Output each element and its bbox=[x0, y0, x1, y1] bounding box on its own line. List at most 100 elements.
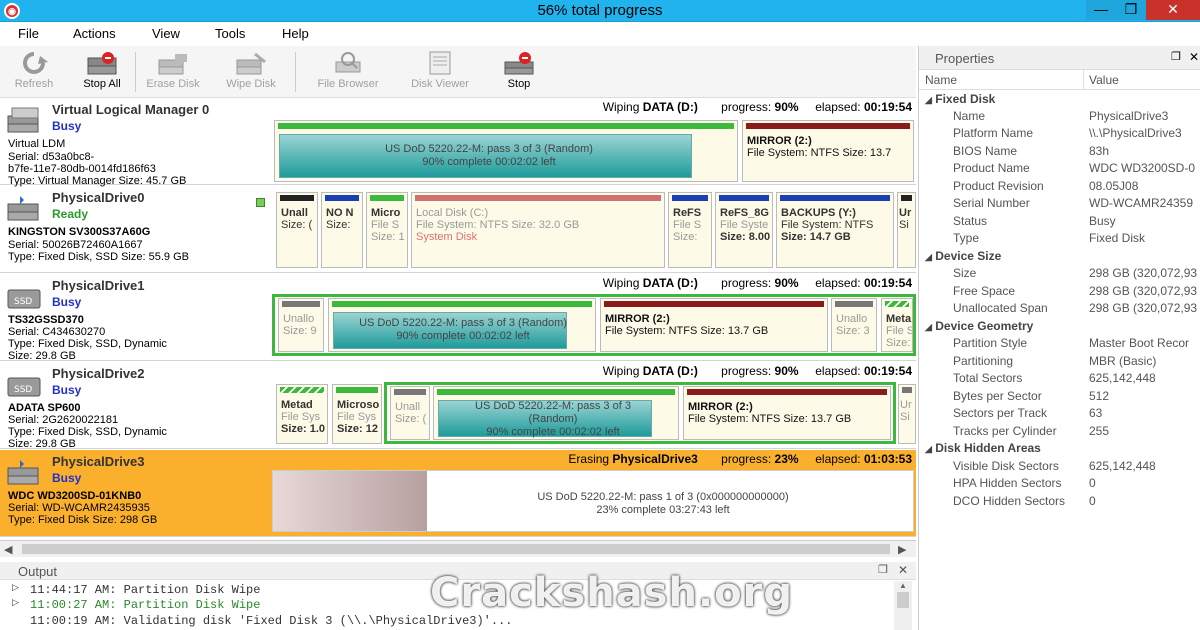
scroll-right-icon[interactable]: ▶ bbox=[898, 543, 906, 556]
property-row[interactable]: Unallocated Span 298 GB (320,072,93 bbox=[919, 301, 1200, 318]
collapse-icon[interactable]: ◢ bbox=[925, 252, 932, 262]
drive-row[interactable]: SSD PhysicalDrive1 Busy TS32GSSD370 Seri… bbox=[0, 274, 916, 362]
partition[interactable]: Micro File S Size: 1 bbox=[366, 192, 408, 268]
partition[interactable]: Unallo Size: 3 bbox=[831, 298, 877, 352]
property-row[interactable]: Partition Style Master Boot Recor bbox=[919, 336, 1200, 353]
group-disk-hidden-areas[interactable]: ◢ Disk Hidden Areas bbox=[925, 441, 1041, 455]
partition-bar bbox=[280, 387, 324, 393]
group-fixed-disk[interactable]: ◢ Fixed Disk bbox=[925, 92, 995, 106]
drive-status: Ready bbox=[52, 207, 89, 221]
partition[interactable]: Meta File S Size: bbox=[881, 298, 913, 352]
progress-value: 90% bbox=[774, 276, 799, 290]
collapse-icon[interactable]: ◢ bbox=[925, 95, 932, 105]
scroll-up-icon[interactable]: ▲ bbox=[894, 581, 912, 590]
property-row[interactable]: Name PhysicalDrive3 bbox=[919, 109, 1200, 126]
partition[interactable]: Ur Si bbox=[898, 384, 916, 444]
close-pane-icon[interactable]: ✕ bbox=[898, 563, 908, 577]
collapse-icon[interactable]: ◢ bbox=[925, 444, 932, 454]
property-row[interactable]: DCO Hidden Sectors 0 bbox=[919, 494, 1200, 511]
scroll-thumb[interactable] bbox=[22, 544, 890, 554]
stop-all-button[interactable]: Stop All bbox=[72, 50, 132, 96]
output-vertical-scrollbar[interactable]: ▲ bbox=[894, 581, 912, 630]
drive-row[interactable]: SSD PhysicalDrive2 Busy ADATA SP600 Seri… bbox=[0, 362, 916, 450]
partition[interactable]: Ur Si bbox=[897, 192, 916, 268]
drive-row[interactable]: Virtual Logical Manager 0 Busy Virtual L… bbox=[0, 98, 916, 187]
property-row[interactable]: Total Sectors 625,142,448 bbox=[919, 371, 1200, 388]
group-device-geometry[interactable]: ◢ Device Geometry bbox=[925, 319, 1033, 333]
dock-icon[interactable]: ❐ bbox=[878, 563, 888, 576]
partition-mirror[interactable]: MIRROR (2:) File System: NTFS Size: 13.7 bbox=[742, 120, 914, 182]
menu-help[interactable]: Help bbox=[282, 26, 309, 41]
property-key: BIOS Name bbox=[953, 144, 1018, 158]
wipe-disk-button[interactable]: Wipe Disk bbox=[218, 50, 284, 96]
partition-wipe[interactable]: US DoD 5220.22-M: pass 3 of 3 (Random) 9… bbox=[328, 298, 596, 352]
property-row[interactable]: Platform Name \\.\PhysicalDrive3 bbox=[919, 126, 1200, 143]
scroll-thumb[interactable] bbox=[897, 592, 909, 608]
group-device-size[interactable]: ◢ Device Size bbox=[925, 249, 1001, 263]
refresh-button[interactable]: Refresh bbox=[4, 50, 64, 96]
file-browser-button[interactable]: File Browser bbox=[308, 50, 388, 96]
property-row[interactable]: Sectors per Track 63 bbox=[919, 406, 1200, 423]
property-row[interactable]: BIOS Name 83h bbox=[919, 144, 1200, 161]
horizontal-scrollbar[interactable]: ◀ ▶ bbox=[0, 540, 916, 557]
partition[interactable]: Unallo Size: 9 bbox=[278, 298, 324, 352]
property-row[interactable]: Product Name WDC WD3200SD-0 bbox=[919, 161, 1200, 178]
property-row[interactable]: Partitioning MBR (Basic) bbox=[919, 354, 1200, 371]
partition[interactable]: Microso File Sys Size: 12 bbox=[332, 384, 382, 444]
partition-backups[interactable]: BACKUPS (Y:) File System: NTFS Size: 14.… bbox=[776, 192, 894, 268]
hard-disk-icon bbox=[6, 458, 46, 488]
property-row[interactable]: Type Fixed Disk bbox=[919, 231, 1200, 248]
partition-mirror[interactable]: MIRROR (2:) File System: NTFS Size: 13.7… bbox=[600, 298, 828, 352]
property-row[interactable]: Status Busy bbox=[919, 214, 1200, 231]
drive-info: SSD PhysicalDrive2 Busy ADATA SP600 Seri… bbox=[6, 366, 268, 450]
disk-viewer-button[interactable]: Disk Viewer bbox=[400, 50, 480, 96]
column-divider[interactable] bbox=[1083, 70, 1084, 90]
drive-type: Type: Fixed Disk, SSD Size: 55.9 GB bbox=[8, 251, 189, 263]
partition[interactable]: ReFS File S Size: bbox=[668, 192, 712, 268]
partition-mirror[interactable]: MIRROR (2:) File System: NTFS Size: 13.7… bbox=[683, 386, 891, 440]
property-row[interactable]: Serial Number WD-WCAMR24359 bbox=[919, 196, 1200, 213]
partition-name: Local Disk (C:) bbox=[416, 207, 489, 219]
partition-system[interactable]: Local Disk (C:) File System: NTFS Size: … bbox=[411, 192, 665, 268]
menu-view[interactable]: View bbox=[152, 26, 180, 41]
property-row[interactable]: HPA Hidden Sectors 0 bbox=[919, 476, 1200, 493]
menu-tools[interactable]: Tools bbox=[215, 26, 245, 41]
restore-button[interactable]: ❐ bbox=[1116, 0, 1146, 20]
property-value: 83h bbox=[1089, 144, 1110, 158]
minimize-button[interactable]: — bbox=[1086, 0, 1116, 20]
partition[interactable]: NO N Size: bbox=[321, 192, 363, 268]
property-row[interactable]: Free Space 298 GB (320,072,93 bbox=[919, 284, 1200, 301]
scroll-left-icon[interactable]: ◀ bbox=[4, 543, 12, 556]
partition-wipe[interactable]: US DoD 5220.22-M: pass 3 of 3 (Random) 9… bbox=[433, 386, 679, 440]
partition[interactable]: Unall Size: ( bbox=[276, 192, 318, 268]
drive-row[interactable]: PhysicalDrive0 Ready KINGSTON SV300S37A6… bbox=[0, 186, 916, 273]
property-row[interactable]: Visible Disk Sectors 625,142,448 bbox=[919, 459, 1200, 476]
partition-fs: File Sys bbox=[337, 411, 377, 423]
dock-icon[interactable]: ❐ bbox=[1171, 50, 1181, 63]
property-row[interactable]: Bytes per Sector 512 bbox=[919, 389, 1200, 406]
column-name[interactable]: Name bbox=[925, 73, 957, 87]
partition[interactable]: Unall Size: ( bbox=[390, 386, 430, 440]
collapse-icon[interactable]: ◢ bbox=[925, 322, 932, 332]
partition[interactable]: ReFS_8G File Syste Size: 8.00 bbox=[715, 192, 773, 268]
property-row[interactable]: Size 298 GB (320,072,93 bbox=[919, 266, 1200, 283]
stop-button[interactable]: Stop bbox=[492, 50, 546, 96]
drive-row-selected[interactable]: PhysicalDrive3 Busy WDC WD3200SD-01KNB0 … bbox=[0, 450, 916, 537]
close-button[interactable]: ✕ bbox=[1146, 0, 1200, 20]
expand-icon[interactable]: ▷ bbox=[12, 598, 19, 608]
menu-file[interactable]: File bbox=[18, 26, 39, 41]
menu-actions[interactable]: Actions bbox=[73, 26, 116, 41]
group-label: Disk Hidden Areas bbox=[935, 441, 1041, 455]
erase-disk-button[interactable]: Erase Disk bbox=[140, 50, 206, 96]
disk-viewer-icon bbox=[424, 50, 456, 76]
drive-model: Virtual LDM bbox=[8, 138, 66, 150]
ssd-icon: SSD bbox=[6, 370, 46, 400]
disk-erase-progress[interactable]: US DoD 5220.22-M: pass 1 of 3 (0x0000000… bbox=[272, 470, 914, 532]
partition-wipe[interactable]: US DoD 5220.22-M: pass 3 of 3 (Random) 9… bbox=[274, 120, 738, 182]
expand-icon[interactable]: ▷ bbox=[12, 583, 19, 593]
partition[interactable]: Metad File Sys Size: 1.0 bbox=[276, 384, 328, 444]
close-pane-icon[interactable]: ✕ bbox=[1189, 50, 1199, 64]
property-row[interactable]: Product Revision 08.05J08 bbox=[919, 179, 1200, 196]
property-row[interactable]: Tracks per Cylinder 255 bbox=[919, 424, 1200, 441]
column-value[interactable]: Value bbox=[1089, 73, 1119, 87]
